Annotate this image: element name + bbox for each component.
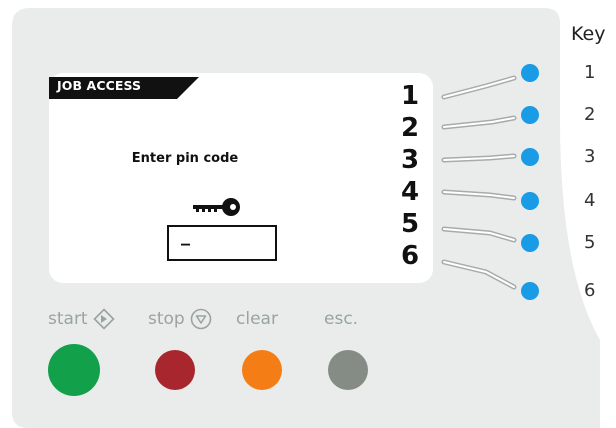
side-key-3[interactable]	[521, 148, 539, 166]
key-legend-item: 6	[584, 280, 596, 301]
side-key-6[interactable]	[521, 282, 539, 300]
stop-button[interactable]	[155, 350, 195, 390]
start-label: start	[48, 307, 115, 331]
stop-label: stop	[148, 307, 212, 331]
esc-label: esc.	[324, 309, 359, 329]
esc-button[interactable]	[328, 350, 368, 390]
key-legend-item: 2	[584, 104, 596, 125]
key-legend-heading: Key	[571, 23, 606, 45]
side-key-5[interactable]	[521, 234, 539, 252]
side-key-2[interactable]	[521, 106, 539, 124]
key-legend-item: 1	[584, 62, 596, 83]
clear-button[interactable]	[242, 350, 282, 390]
key-legend-item: 5	[584, 232, 596, 253]
side-key-4[interactable]	[521, 192, 539, 210]
start-button[interactable]	[48, 344, 100, 396]
key-legend-item: 4	[584, 190, 596, 211]
stop-label-text: stop	[148, 309, 185, 329]
clear-label: clear	[236, 309, 278, 329]
side-key-1[interactable]	[521, 64, 539, 82]
start-label-text: start	[48, 309, 88, 329]
stop-triangle-icon	[190, 308, 212, 330]
diamond-arrow-icon	[92, 308, 115, 330]
key-legend-item: 3	[584, 146, 596, 167]
